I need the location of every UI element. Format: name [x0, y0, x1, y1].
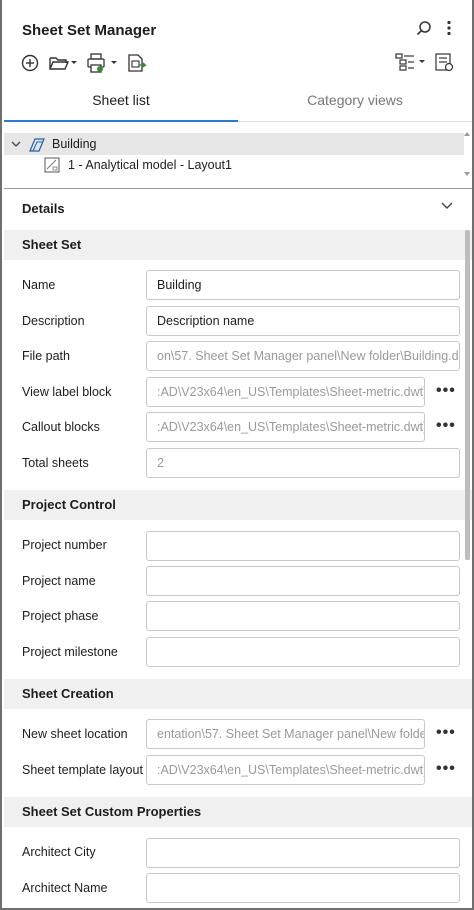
description-field[interactable]: Description name — [146, 306, 460, 336]
callout-blocks-label: Callout blocks — [22, 420, 100, 434]
new-sheet-location-label: New sheet location — [22, 727, 128, 741]
sheet-icon — [44, 157, 60, 173]
open-sheet-set-icon[interactable] — [48, 53, 78, 73]
project-phase-label: Project phase — [22, 609, 99, 623]
sheet-template-layout-label: Sheet template layout — [22, 763, 143, 777]
tree-item-root[interactable]: Building — [4, 133, 464, 155]
sheet-tree: Building 1 - Analytical model - Layout1 — [4, 130, 472, 178]
tree-item-sheet-label: 1 - Analytical model - Layout1 — [68, 158, 232, 172]
project-number-label: Project number — [22, 538, 107, 552]
section-sheet-set: Sheet Set — [4, 230, 472, 260]
project-milestone-field[interactable] — [146, 637, 460, 667]
project-phase-field[interactable] — [146, 601, 460, 631]
kebab-menu-icon[interactable] — [446, 20, 452, 36]
new-sheet-set-icon[interactable] — [20, 53, 40, 73]
section-custom-properties: Sheet Set Custom Properties — [4, 797, 472, 827]
project-number-field[interactable] — [146, 531, 460, 561]
file-path-field[interactable]: on\57. Sheet Set Manager panel\New folde… — [146, 341, 460, 371]
tab-bar: Sheet list Category views — [4, 84, 472, 122]
view-label-block-browse-button[interactable]: ••• — [436, 382, 456, 400]
tree-item-root-label: Building — [52, 137, 97, 151]
tab-sheet-list[interactable]: Sheet list — [4, 84, 238, 122]
section-project-control: Project Control — [4, 490, 472, 520]
new-sheet-location-browse-button[interactable]: ••• — [436, 724, 456, 742]
tree-scrollbar[interactable] — [464, 130, 470, 178]
view-label-block-field[interactable]: :AD\V23x64\en_US\Templates\Sheet-metric.… — [146, 377, 425, 407]
total-sheets-label: Total sheets — [22, 456, 89, 470]
toolbar-left — [20, 52, 148, 74]
file-path-label: File path — [22, 349, 70, 363]
export-icon[interactable] — [126, 52, 148, 74]
sheet-template-layout-field[interactable]: :AD\V23x64\en_US\Templates\Sheet-metric.… — [146, 755, 425, 785]
project-milestone-label: Project milestone — [22, 645, 118, 659]
callout-blocks-field[interactable]: :AD\V23x64\en_US\Templates\Sheet-metric.… — [146, 412, 425, 442]
architect-city-field[interactable] — [146, 838, 460, 868]
architect-name-label: Architect Name — [22, 881, 108, 895]
callout-blocks-browse-button[interactable]: ••• — [436, 417, 456, 435]
sheet-set-icon — [28, 135, 46, 153]
sheet-template-layout-browse-button[interactable]: ••• — [436, 760, 456, 778]
details-header[interactable]: Details — [22, 201, 65, 216]
name-label: Name — [22, 278, 56, 292]
toolbar-right — [394, 52, 454, 72]
panel-splitter[interactable] — [4, 188, 472, 189]
total-sheets-field: 2 — [146, 448, 460, 478]
architect-city-label: Architect City — [22, 845, 96, 859]
chevron-down-icon[interactable] — [440, 199, 454, 213]
project-name-field[interactable] — [146, 566, 460, 596]
publish-icon[interactable] — [86, 52, 118, 74]
view-label-block-label: View label block — [22, 385, 112, 399]
chevron-down-icon[interactable] — [10, 138, 22, 150]
search-icon[interactable] — [416, 20, 432, 36]
sheet-set-manager-panel: Sheet Set Manager Sheet list Category vi… — [0, 0, 474, 910]
details-scrollbar[interactable] — [465, 230, 470, 560]
view-options-icon[interactable] — [394, 52, 426, 72]
description-label: Description — [22, 314, 85, 328]
section-sheet-creation: Sheet Creation — [4, 679, 472, 709]
tab-category-views[interactable]: Category views — [238, 84, 472, 121]
name-field[interactable]: Building — [146, 270, 460, 300]
new-sheet-location-field[interactable]: entation\57. Sheet Set Manager panel\New… — [146, 719, 425, 749]
architect-name-field[interactable] — [146, 873, 460, 903]
tree-item-sheet[interactable]: 1 - Analytical model - Layout1 — [4, 154, 232, 176]
project-name-label: Project name — [22, 574, 96, 588]
properties-icon[interactable] — [434, 52, 454, 72]
panel-title: Sheet Set Manager — [22, 22, 157, 39]
